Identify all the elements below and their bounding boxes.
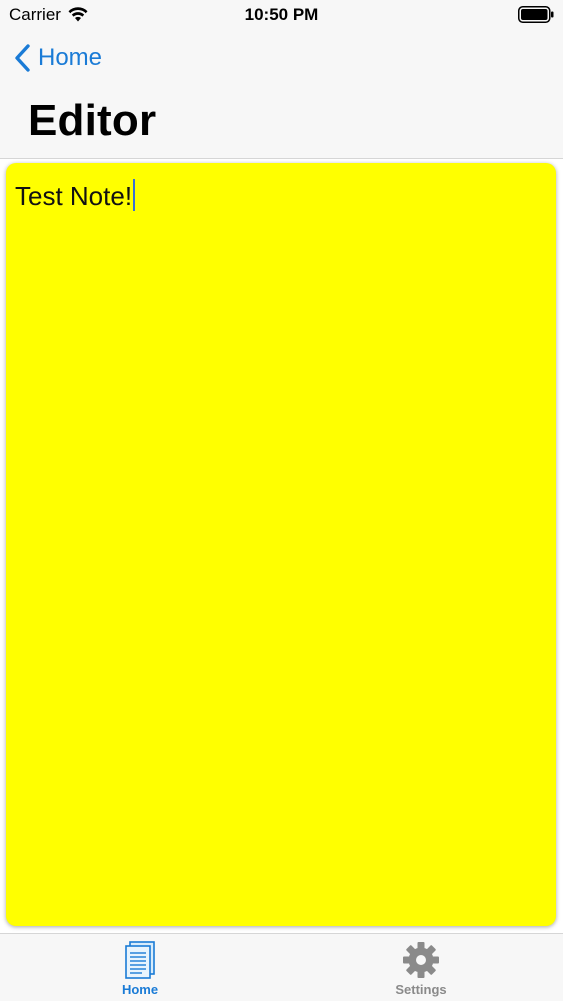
page-title: Editor <box>28 96 157 145</box>
gear-icon <box>403 942 439 978</box>
navigation-bar: Home Editor <box>0 30 563 159</box>
back-button[interactable]: Home <box>14 42 102 74</box>
tab-home-label: Home <box>121 982 159 997</box>
back-button-label: Home <box>38 44 103 71</box>
tab-settings-label: Settings <box>395 982 447 997</box>
note-editor[interactable]: Test Note! <box>6 163 556 926</box>
text-cursor <box>133 179 136 211</box>
status-bar: Carrier 10:50 PM <box>0 0 563 30</box>
note-text[interactable]: Test Note! <box>15 181 132 211</box>
content-area: Test Note! <box>0 159 563 933</box>
tab-home[interactable]: Home <box>70 940 210 997</box>
battery-icon <box>518 6 554 23</box>
clock: 10:50 PM <box>244 5 319 24</box>
chevron-left-icon <box>15 44 30 72</box>
tab-settings[interactable]: Settings <box>351 940 491 997</box>
document-icon <box>125 941 155 979</box>
tab-bar: Home Settings <box>0 933 563 1001</box>
